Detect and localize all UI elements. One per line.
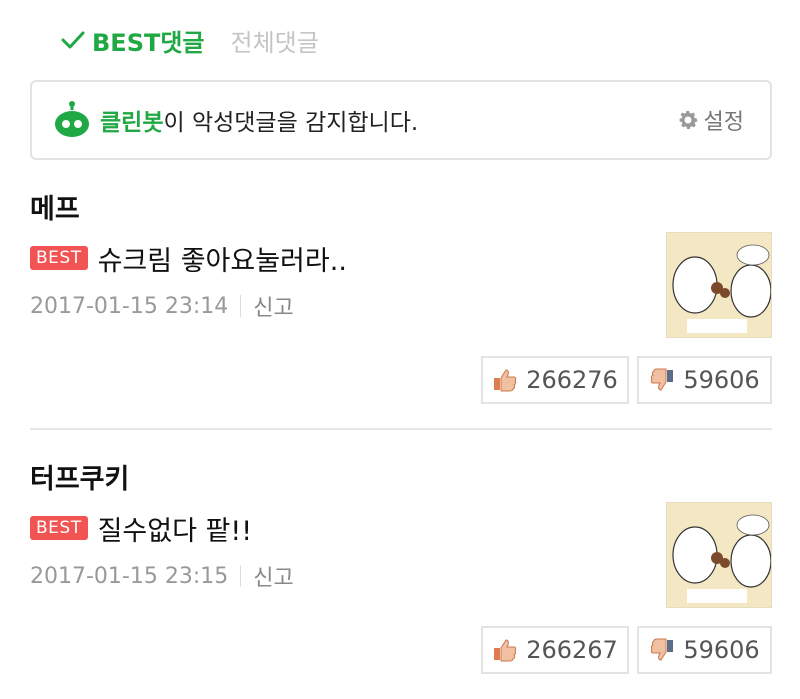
thumbs-down-icon [651,368,674,391]
report-link[interactable]: 신고 [253,560,293,592]
comment-item: 터프쿠키 BEST 질수없다 팥!! 2017-01-15 23:15 신고 2… [30,460,772,674]
vote-buttons: 266276 59606 [481,356,772,404]
thumbs-down-icon [651,638,674,661]
comment-nickname[interactable]: 터프쿠키 [30,460,772,500]
cleanbot-icon [55,101,89,137]
report-link[interactable]: 신고 [253,290,293,322]
cartoon-thumbnail [667,503,771,607]
check-icon [61,31,85,49]
cleanbot-brand: 클린봇 [100,110,164,136]
meta-divider [240,295,242,317]
comment-nickname[interactable]: 메프 [30,190,772,230]
comment-divider [30,428,772,430]
settings-button[interactable]: 설정 [676,104,744,136]
cleanbot-banner: 클린봇이 악성댓글을 감지합니다. 설정 [30,80,772,160]
comment-date: 2017-01-15 23:15 [30,563,229,589]
dislike-button[interactable]: 59606 [637,626,772,674]
cleanbot-message: 클린봇이 악성댓글을 감지합니다. [100,103,418,137]
vote-buttons: 266267 59606 [481,626,772,674]
dislike-count: 59606 [683,636,760,664]
comment-date: 2017-01-15 23:14 [30,293,229,319]
tab-all-label: 전체댓글 [230,28,319,57]
like-count: 266276 [526,366,618,394]
comment-text: 질수없다 팥!! [97,515,253,547]
tab-best-label: BEST댓글 [92,28,205,57]
comment-image[interactable] [666,502,772,608]
dislike-button[interactable]: 59606 [637,356,772,404]
best-badge: BEST [30,516,88,540]
gear-icon [679,110,697,129]
thumbs-up-icon [494,369,517,392]
tab-best[interactable]: BEST댓글 [60,23,205,58]
dislike-count: 59606 [683,366,760,394]
thumbs-up-icon [494,639,517,662]
comment-tabs: BEST댓글 전체댓글 [60,22,319,58]
tab-all[interactable]: 전체댓글 [231,23,319,58]
cartoon-thumbnail [667,233,771,337]
settings-label: 설정 [703,110,744,135]
cleanbot-text: 이 악성댓글을 감지합니다. [163,110,419,136]
comment-item: 메프 BEST 슈크림 좋아요눌러라.. 2017-01-15 23:14 신고… [30,190,772,404]
like-button[interactable]: 266276 [481,356,629,404]
comment-image[interactable] [666,232,772,338]
like-button[interactable]: 266267 [481,626,629,674]
best-badge: BEST [30,246,88,270]
meta-divider [240,565,242,587]
comment-text: 슈크림 좋아요눌러라.. [97,245,347,277]
like-count: 266267 [526,636,618,664]
